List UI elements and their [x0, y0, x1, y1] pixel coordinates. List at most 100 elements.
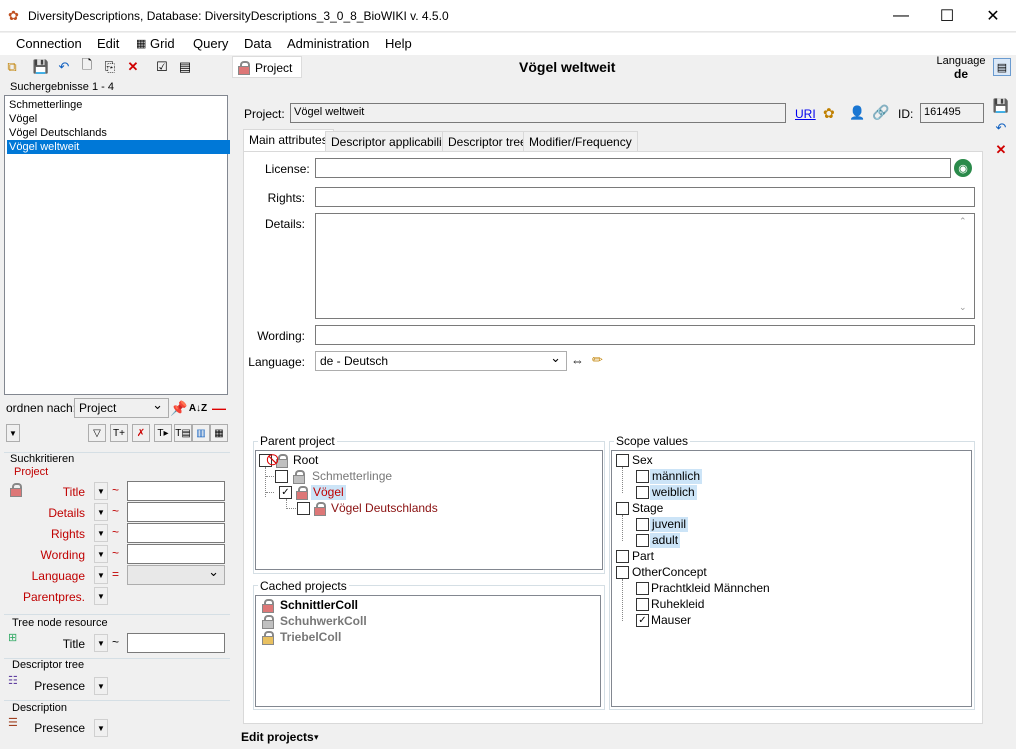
tab-descriptor-tree[interactable]: Descriptor tree [442, 131, 533, 151]
scope-values-tree[interactable]: Sex männlich weiblich Stage juvenil adul… [611, 450, 972, 707]
tree-checkbox[interactable] [616, 454, 629, 467]
scope-node-juvenil[interactable]: juvenil [650, 517, 689, 532]
scope-node-maennlich[interactable]: männlich [650, 469, 703, 484]
parent-project-tree[interactable]: ⃠ Root Schmetterlinge ✓ Vögel Vögel Deut… [255, 450, 603, 570]
wording-input[interactable] [315, 325, 975, 345]
menu-query[interactable]: Query [193, 36, 228, 51]
details-view-icon[interactable]: ▦ [210, 424, 228, 442]
search-results-list[interactable]: Schmetterlinge Vögel Vögel Deutschlands … [4, 95, 230, 395]
globe-icon[interactable]: ◉ [954, 159, 972, 177]
project-tab-button[interactable]: Project [232, 56, 302, 78]
details-panel-icon[interactable]: ▤ [993, 58, 1011, 76]
menu-help[interactable]: Help [385, 36, 412, 51]
undo-icon[interactable]: ↶ [993, 120, 1009, 136]
criteria-title-operator[interactable]: ▼ [94, 482, 108, 500]
details-textarea[interactable] [315, 213, 975, 319]
delete-icon[interactable]: ✕ [993, 142, 1009, 158]
tree-checkbox[interactable] [297, 502, 310, 515]
chevron-down-icon[interactable]: ▾ [314, 732, 319, 743]
criteria-wording-operator[interactable]: ▼ [94, 545, 108, 563]
expand-toggle[interactable]: ▼ [6, 424, 20, 442]
list-item-selected[interactable]: Vögel weltweit [7, 140, 230, 154]
remove-icon[interactable]: — [210, 398, 228, 418]
tree-node-voegel[interactable]: Vögel [311, 485, 346, 500]
new-document-icon[interactable]: 🗋 [79, 57, 95, 75]
grid-view-icon[interactable]: ▤ [177, 59, 193, 75]
scope-node-prachtkleid[interactable]: Prachtkleid Männchen [651, 581, 770, 596]
checkbox-icon[interactable]: ☑ [154, 59, 170, 75]
tab-main-attributes[interactable]: Main attributes [243, 129, 334, 152]
tree-checkbox[interactable] [636, 486, 649, 499]
list-item[interactable]: SchnittlerColl [280, 598, 358, 613]
save-icon[interactable]: 💾 [33, 59, 49, 75]
list-view-icon[interactable]: ▥ [192, 424, 210, 442]
scroll-down-icon[interactable]: ⌄ [959, 302, 967, 313]
tree-node-schmetterlinge[interactable]: Schmetterlinge [312, 469, 392, 484]
minimize-button[interactable]: — [878, 0, 924, 32]
user-icon[interactable]: 👤 [849, 105, 865, 121]
menu-edit[interactable]: Edit [97, 36, 119, 51]
cached-projects-list[interactable]: SchnittlerColl SchuhwerkColl TriebelColl [255, 595, 601, 707]
tree-checkbox[interactable] [616, 566, 629, 579]
tree-checkbox[interactable] [259, 454, 272, 467]
scope-node-mauser[interactable]: Mauser [651, 613, 691, 628]
menu-data[interactable]: Data [244, 36, 271, 51]
tab-modifier-frequency[interactable]: Modifier/Frequency [523, 131, 638, 151]
scope-node-otherconcept[interactable]: OtherConcept [632, 565, 707, 580]
tree-node-voegel-deutschlands[interactable]: Vögel Deutschlands [331, 501, 438, 516]
tree-checkbox[interactable] [616, 550, 629, 563]
criteria-language-select[interactable] [127, 564, 225, 585]
link-icon[interactable]: 🔗 [872, 104, 889, 121]
scope-node-adult[interactable]: adult [650, 533, 681, 548]
filter-add-icon[interactable]: T+ [110, 424, 128, 442]
scope-node-part[interactable]: Part [632, 549, 654, 564]
filter-list-icon[interactable]: T▤ [174, 424, 192, 442]
uri-link[interactable]: URI [795, 107, 816, 121]
sort-az-icon[interactable]: A↓Z [189, 398, 207, 418]
list-item[interactable]: Schmetterlinge [7, 98, 230, 112]
language-select[interactable]: de - Deutsch [315, 350, 567, 371]
criteria-rights-operator[interactable]: ▼ [94, 524, 108, 542]
edit-projects-dropdown[interactable]: Edit projects [241, 730, 314, 744]
list-item[interactable]: TriebelColl [280, 630, 341, 645]
criteria-wording-input[interactable] [127, 544, 225, 564]
tree-checkbox[interactable] [616, 502, 629, 515]
tree-checkbox[interactable] [636, 470, 649, 483]
pin-icon[interactable]: 📌 [170, 398, 187, 418]
maximize-button[interactable]: ☐ [924, 0, 970, 32]
tree-node-operator[interactable]: ▼ [94, 634, 108, 652]
tree-node-title-input[interactable] [127, 633, 225, 653]
criteria-details-input[interactable] [127, 502, 225, 522]
scroll-up-icon[interactable]: ⌃ [959, 216, 967, 227]
list-item[interactable]: SchuhwerkColl [280, 614, 367, 629]
menu-grid[interactable]: Grid [150, 36, 175, 51]
tree-checkbox[interactable] [275, 470, 288, 483]
scope-node-weiblich[interactable]: weiblich [650, 485, 697, 500]
list-item[interactable]: Vögel [7, 112, 230, 126]
criteria-parentpres-operator[interactable]: ▼ [94, 587, 108, 605]
scope-node-sex[interactable]: Sex [632, 453, 653, 468]
scope-node-ruhekleid[interactable]: Ruhekleid [651, 597, 704, 612]
swap-icon[interactable]: ⇔ [571, 353, 584, 368]
tree-checkbox[interactable] [636, 598, 649, 611]
scope-node-stage[interactable]: Stage [632, 501, 663, 516]
edit-pencil-icon[interactable]: ✏ [592, 352, 603, 368]
tab-descriptor-applicability[interactable]: Descriptor applicability [325, 131, 458, 151]
save-icon[interactable]: 💾 [993, 98, 1009, 114]
menu-administration[interactable]: Administration [287, 36, 369, 51]
rights-input[interactable] [315, 187, 975, 207]
order-by-select[interactable]: Project [74, 397, 169, 418]
tree-checkbox[interactable] [636, 534, 649, 547]
license-input[interactable] [315, 158, 951, 178]
criteria-details-operator[interactable]: ▼ [94, 503, 108, 521]
criteria-language-operator[interactable]: ▼ [94, 566, 108, 584]
description-operator[interactable]: ▼ [94, 719, 108, 737]
menu-connection[interactable]: Connection [16, 36, 82, 51]
tree-checkbox-checked[interactable]: ✓ [636, 614, 649, 627]
tree-checkbox[interactable] [636, 518, 649, 531]
new-window-icon[interactable]: ⧉ [4, 59, 20, 75]
criteria-rights-input[interactable] [127, 523, 225, 543]
filter-remove-icon[interactable]: ✗ [132, 424, 150, 442]
list-item[interactable]: Vögel Deutschlands [7, 126, 230, 140]
filter-icon[interactable]: ▽ [88, 424, 106, 442]
